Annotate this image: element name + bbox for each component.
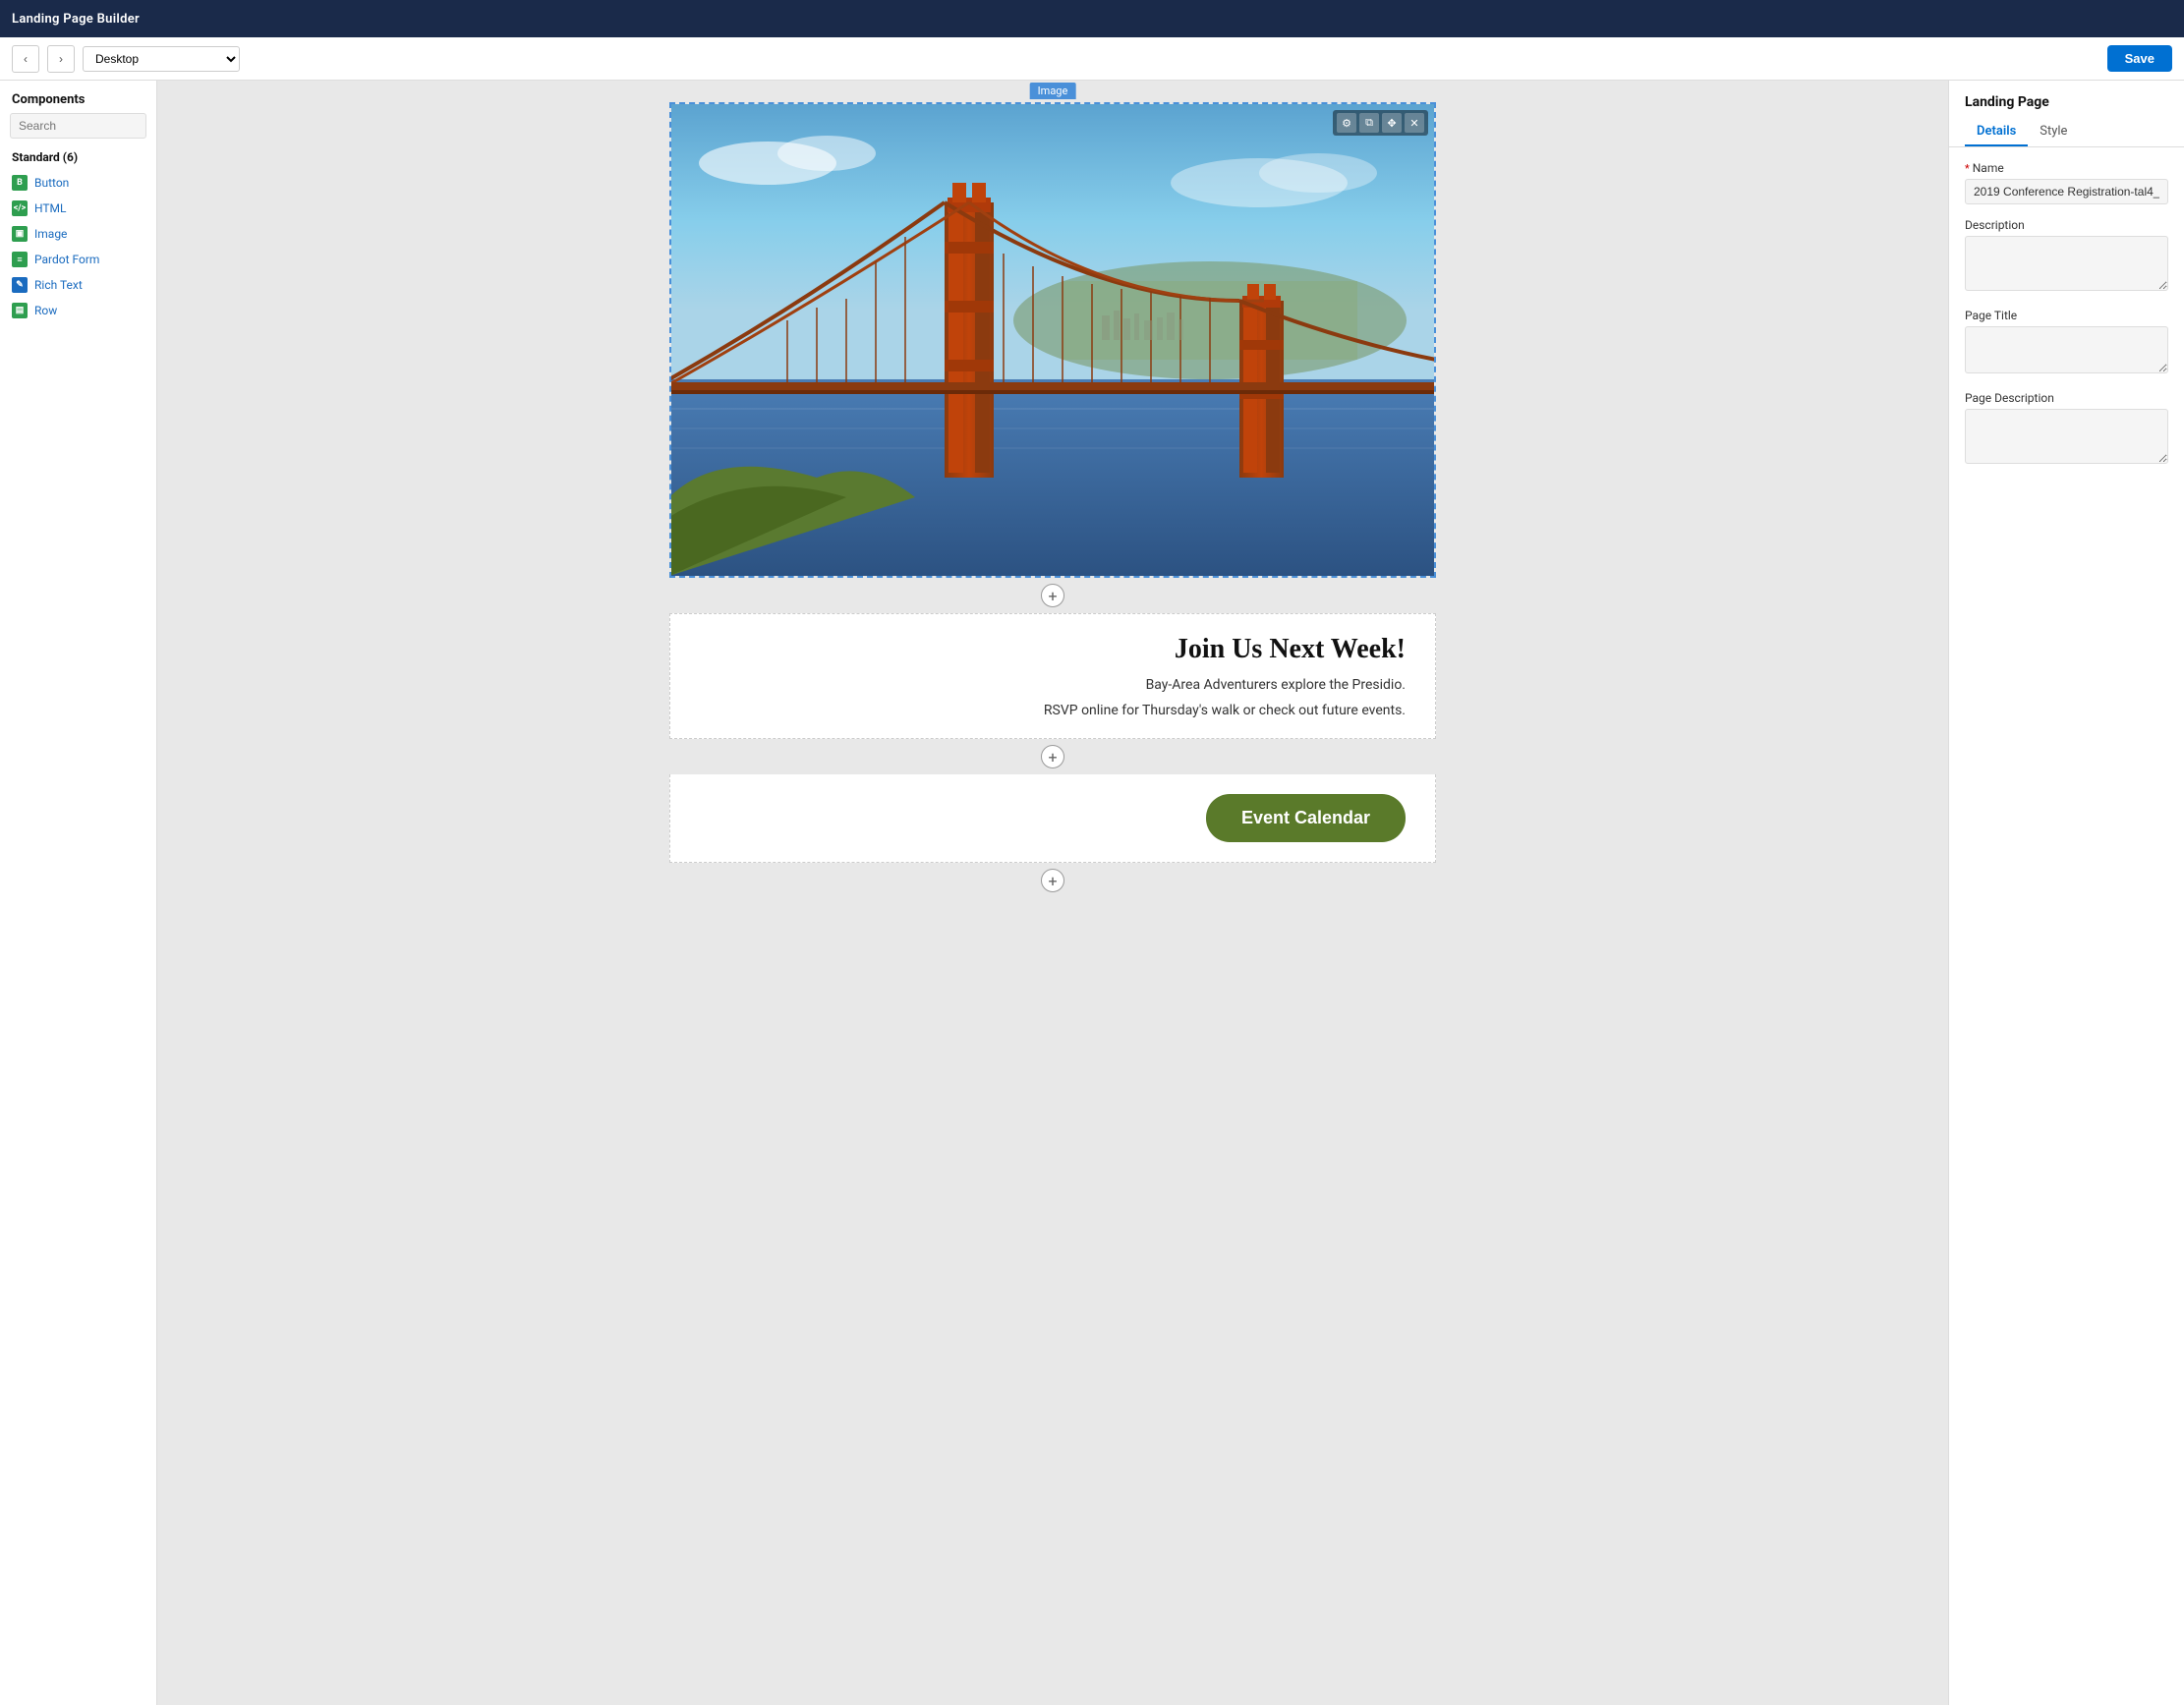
plus-circle-icon-2[interactable]: + [1041,745,1064,768]
bridge-svg [671,104,1434,576]
canvas-heading: Join Us Next Week! [700,634,1406,665]
canvas-rsvp-text: RSVP online for Thursday's walk or check… [700,703,1406,718]
canvas-wrapper: Image [669,81,1436,1705]
button-section: Event Calendar [669,774,1436,863]
name-input[interactable] [1965,179,2168,204]
canvas-area: Image [157,81,1948,1705]
toolbar: ‹ › Desktop Save [0,37,2184,81]
plus-circle-icon[interactable]: + [1041,584,1064,607]
image-icon: ▣ [12,226,28,242]
canvas-subtext: Bay-Area Adventurers explore the Presidi… [700,677,1406,693]
component-rich-text[interactable]: ✎ Rich Text [0,272,156,298]
button-icon: B [12,175,28,191]
description-textarea[interactable] [1965,236,2168,291]
tab-style[interactable]: Style [2028,118,2079,146]
right-content: * Name Description Page Title Page Descr… [1949,147,2184,1705]
name-field-group: * Name [1965,161,2168,204]
image-move-btn[interactable]: ✥ [1382,113,1402,133]
app-title: Landing Page Builder [12,12,140,27]
page-title-textarea[interactable] [1965,326,2168,373]
add-row-after-text[interactable]: + [669,739,1436,774]
required-star: * [1965,162,1970,175]
golden-gate-image [671,104,1434,576]
component-label-pardot-form: Pardot Form [34,253,99,266]
topbar: Landing Page Builder [0,0,2184,37]
right-tabs: Details Style [1949,110,2184,147]
image-component[interactable]: Image [669,102,1436,578]
page-title-label: Page Title [1965,309,2168,322]
pardot-form-icon: ≡ [12,252,28,267]
forward-button[interactable]: › [47,45,75,73]
plus-circle-icon-3[interactable]: + [1041,869,1064,892]
description-field-group: Description [1965,218,2168,295]
component-pardot-form[interactable]: ≡ Pardot Form [0,247,156,272]
image-delete-btn[interactable]: ✕ [1405,113,1424,133]
page-description-textarea[interactable] [1965,409,2168,464]
component-label-row: Row [34,304,57,317]
html-icon: </> [12,200,28,216]
rich-text-icon: ✎ [12,277,28,293]
image-copy-btn[interactable]: ⧉ [1359,113,1379,133]
viewport-selector[interactable]: Desktop [83,46,240,72]
row-icon: ▤ [12,303,28,318]
text-section: Join Us Next Week! Bay-Area Adventurers … [669,613,1436,739]
component-label-html: HTML [34,201,67,215]
image-settings-btn[interactable]: ⚙ [1337,113,1356,133]
tab-details[interactable]: Details [1965,118,2028,146]
right-panel-title: Landing Page [1949,81,2184,110]
components-section-title: Standard (6) [0,146,156,170]
back-button[interactable]: ‹ [12,45,39,73]
component-html[interactable]: </> HTML [0,196,156,221]
sidebar-title: Components [0,81,156,113]
component-label-button: Button [34,176,69,190]
component-image[interactable]: ▣ Image [0,221,156,247]
add-row-bottom[interactable]: + [669,863,1436,898]
page-title-field-group: Page Title [1965,309,2168,377]
save-button[interactable]: Save [2107,45,2172,72]
right-sidebar: Landing Page Details Style * Name Descri… [1948,81,2184,1705]
main-layout: Components Standard (6) B Button </> HTM… [0,81,2184,1705]
description-label: Description [1965,218,2168,232]
page-description-field-group: Page Description [1965,391,2168,468]
image-component-toolbar: ⚙ ⧉ ✥ ✕ [1333,110,1428,136]
add-row-after-image[interactable]: + [669,578,1436,613]
component-label-image: Image [34,227,67,241]
page-description-label: Page Description [1965,391,2168,405]
image-component-label: Image [1030,83,1076,99]
left-sidebar: Components Standard (6) B Button </> HTM… [0,81,157,1705]
component-button[interactable]: B Button [0,170,156,196]
search-input[interactable] [10,113,146,139]
name-label: * Name [1965,161,2168,175]
component-label-rich-text: Rich Text [34,278,83,292]
component-row[interactable]: ▤ Row [0,298,156,323]
event-calendar-button[interactable]: Event Calendar [1206,794,1406,842]
